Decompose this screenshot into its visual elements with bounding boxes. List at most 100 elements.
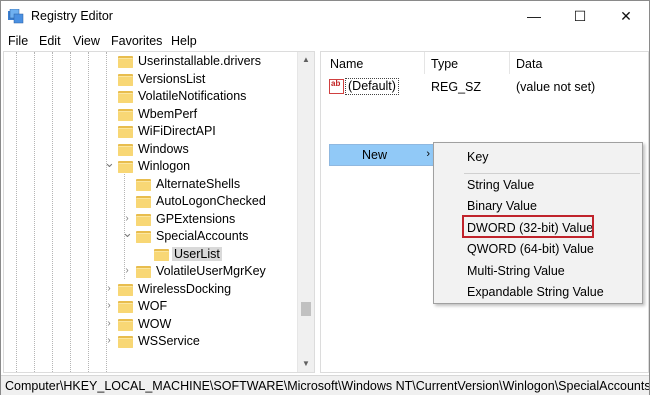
tree-item[interactable]: VolatileNotifications: [4, 88, 299, 106]
chevron-right-icon[interactable]: ›: [122, 266, 132, 276]
chevron-right-icon[interactable]: ›: [122, 213, 132, 224]
menu-favorites[interactable]: Favorites: [111, 34, 162, 48]
folder-icon: [136, 178, 151, 191]
submenu-item-string-value[interactable]: String Value: [467, 178, 534, 192]
folder-icon: [118, 160, 133, 173]
tree-item[interactable]: VersionsList: [4, 71, 299, 89]
folder-icon: [118, 73, 133, 86]
column-divider[interactable]: [424, 52, 425, 74]
tree-item[interactable]: WiFiDirectAPI: [4, 123, 299, 141]
folder-icon: [118, 283, 133, 296]
registry-editor-app-icon: [8, 9, 24, 24]
context-menu-new[interactable]: New ›: [329, 144, 437, 166]
tree-scrollbar[interactable]: ▲ ▼: [297, 52, 314, 372]
tree-item-label: UserList: [172, 246, 222, 261]
minimize-icon: —: [527, 8, 541, 24]
tree-item[interactable]: WbemPerf: [4, 106, 299, 124]
folder-icon: [136, 265, 151, 278]
value-type: REG_SZ: [431, 80, 482, 94]
scroll-thumb[interactable]: [301, 302, 311, 316]
maximize-button[interactable]: ☐: [557, 1, 603, 31]
scroll-down-icon[interactable]: ▼: [298, 356, 314, 372]
tree-item-label: AutoLogonChecked: [156, 194, 266, 208]
tree-item[interactable]: ⌄ Winlogon: [4, 156, 299, 176]
tree-item-label: WOW: [138, 316, 172, 331]
menu-help[interactable]: Help: [171, 34, 197, 48]
menu-file[interactable]: File: [8, 34, 28, 48]
chevron-right-icon[interactable]: ›: [104, 301, 114, 311]
submenu-item-expandable-string-value[interactable]: Expandable String Value: [467, 285, 604, 299]
column-header-name[interactable]: Name: [330, 57, 363, 71]
dword-annotation-box: [462, 215, 594, 238]
column-divider[interactable]: [509, 52, 510, 74]
tree-item[interactable]: UserList: [4, 246, 299, 264]
menu-view[interactable]: View: [73, 34, 100, 48]
title-bar[interactable]: Registry Editor — ☐ ✕: [1, 1, 649, 31]
tree-item-label: WiFiDirectAPI: [138, 124, 216, 138]
menu-bar: File Edit View Favorites Help: [1, 31, 649, 51]
tree-item-label: WOF: [138, 299, 168, 313]
key-tree-pane[interactable]: Userinstallable.drivers VersionsList Volat…: [3, 51, 315, 373]
tree-item[interactable]: › VolatileUserMgrKey: [4, 263, 299, 281]
status-bar: Computer\HKEY_LOCAL_MACHINE\SOFTWARE\Mic…: [1, 375, 649, 395]
tree-item[interactable]: Userinstallable.drivers: [4, 53, 299, 71]
folder-icon: [136, 230, 151, 243]
window-title: Registry Editor: [31, 9, 113, 23]
column-header-data[interactable]: Data: [516, 57, 542, 71]
tree-item-label: WbemPerf: [138, 106, 198, 121]
context-menu-new-label: New: [362, 148, 388, 162]
chevron-right-icon[interactable]: ›: [104, 318, 114, 329]
folder-icon: [118, 55, 133, 68]
chevron-right-icon[interactable]: ›: [104, 336, 114, 346]
tree-item-label: WSService: [138, 334, 200, 348]
folder-icon: [118, 125, 133, 138]
tree-item[interactable]: ⌄ SpecialAccounts: [4, 226, 299, 246]
submenu-item-multi-string-value[interactable]: Multi-String Value: [467, 264, 565, 278]
tree-item-label: Winlogon: [138, 159, 191, 173]
folder-icon: [118, 335, 133, 348]
close-button[interactable]: ✕: [603, 1, 649, 31]
submenu-item-key[interactable]: Key: [467, 150, 489, 164]
tree-item-label: VersionsList: [138, 71, 206, 86]
tree-item[interactable]: Windows: [4, 141, 299, 159]
folder-icon: [118, 90, 133, 103]
tree-item-label: WirelessDocking: [138, 281, 232, 296]
submenu-item-qword-value[interactable]: QWORD (64-bit) Value: [467, 242, 594, 256]
value-data: (value not set): [516, 80, 596, 94]
folder-icon: [136, 213, 151, 226]
string-value-icon: ab: [329, 79, 344, 94]
folder-icon: [118, 143, 133, 156]
chevron-down-icon[interactable]: ⌄: [122, 226, 133, 239]
registry-editor-window: Registry Editor — ☐ ✕ File Edit View Fav…: [0, 0, 650, 395]
submenu-item-binary-value[interactable]: Binary Value: [467, 199, 537, 213]
folder-icon: [118, 108, 133, 121]
chevron-right-icon[interactable]: ›: [104, 283, 114, 294]
tree-item-label: AlternateShells: [156, 176, 241, 191]
close-icon: ✕: [620, 7, 632, 24]
column-header-type[interactable]: Type: [431, 57, 458, 71]
submenu-separator: [464, 173, 640, 174]
minimize-button[interactable]: —: [511, 1, 557, 31]
chevron-down-icon[interactable]: ⌄: [104, 156, 115, 169]
tree-item-label: Windows: [138, 141, 189, 156]
maximize-icon: ☐: [573, 7, 587, 24]
tree-item-label: VolatileNotifications: [138, 89, 247, 103]
value-name: (Default): [345, 78, 399, 95]
status-bar-path: Computer\HKEY_LOCAL_MACHINE\SOFTWARE\Mic…: [5, 379, 649, 393]
folder-icon: [154, 248, 169, 261]
tree-item-label: Userinstallable.drivers: [138, 54, 261, 68]
tree-item-label: SpecialAccounts: [156, 229, 249, 243]
tree-item[interactable]: › WOF: [4, 298, 299, 316]
tree-item[interactable]: › WSService: [4, 333, 299, 351]
scroll-up-icon[interactable]: ▲: [298, 52, 314, 68]
tree-item[interactable]: › GPExtensions: [4, 211, 299, 229]
tree-item[interactable]: AutoLogonChecked: [4, 193, 299, 211]
tree-item[interactable]: AlternateShells: [4, 176, 299, 194]
tree-item-label: GPExtensions: [156, 211, 236, 226]
submenu-arrow-icon: ›: [426, 148, 430, 160]
folder-icon: [118, 318, 133, 331]
tree-item[interactable]: › WOW: [4, 316, 299, 334]
menu-edit[interactable]: Edit: [39, 34, 61, 48]
tree-item[interactable]: › WirelessDocking: [4, 281, 299, 299]
tree-item-label: VolatileUserMgrKey: [156, 264, 266, 278]
